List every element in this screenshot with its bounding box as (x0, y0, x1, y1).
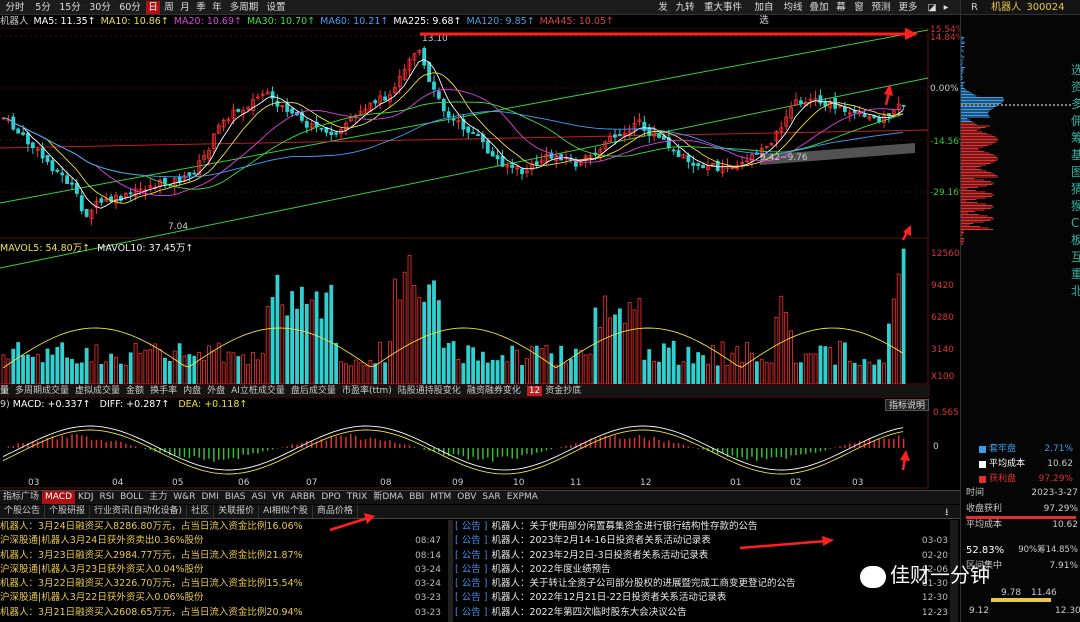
wechat-icon (860, 565, 886, 588)
chip-range-bar (991, 598, 1051, 602)
side-char-11[interactable]: 互 (1071, 249, 1080, 266)
chip-legend-value: 2.71% (1044, 444, 1073, 454)
stock-name: 机器人 (991, 2, 1022, 13)
stock-prefix: R (971, 2, 978, 13)
arrow-head-macd (900, 450, 910, 461)
side-char-8[interactable]: 猴 (1071, 198, 1080, 215)
time-value: 2023-3-27 (1031, 488, 1078, 498)
chip-histogram (961, 35, 1071, 245)
arrow-line-news-left (329, 516, 369, 532)
arrow-head-chart (884, 84, 893, 96)
concentration-row: 52.83% 90%筹14.85% (966, 545, 1078, 556)
arrow-line-news-right (739, 539, 827, 550)
side-char-6[interactable]: 图 (1071, 164, 1080, 181)
side-char-4[interactable]: 筹 (1071, 130, 1080, 147)
side-char-13[interactable]: 北 (1071, 283, 1080, 300)
side-char-7[interactable]: 猜 (1071, 181, 1080, 198)
cost-label: 平均成本 (966, 520, 1003, 530)
arrow-head-news-left (364, 513, 375, 524)
cost-value: 10.62 (1052, 520, 1078, 530)
sidebar-header: R 机器人 300024 (961, 0, 1080, 15)
conc-label: 90%筹14.85% (1018, 545, 1078, 555)
chip-legend-swatch (979, 461, 986, 468)
chip-price-left: 9.12 (969, 606, 990, 616)
chip-legend-swatch (979, 446, 986, 453)
watermark-text: 佳财一分钟 (890, 563, 990, 587)
chip-legend-label: 平均成本 (989, 459, 1026, 469)
chip-distribution-panel: R 机器人 300024 选资多佣筹基图猜猴C板互重北 套牢盘 2.71% 平均成本… (960, 0, 1080, 622)
chip-legend-value: 10.62 (1047, 459, 1073, 469)
chip-price-right: 12.30 (1055, 606, 1080, 616)
time-label: 时间 (966, 488, 985, 498)
profit-row: 收盘获利 97.29% (966, 504, 1078, 515)
side-char-10[interactable]: 板 (1071, 232, 1080, 249)
time-row: 时间 2023-3-27 (966, 488, 1078, 499)
chip-legend-row: 套牢盘 2.71% (979, 444, 1073, 455)
chip-legend-label: 获利盘 (989, 474, 1017, 484)
arrow-head-top (905, 28, 918, 40)
side-char-12[interactable]: 重 (1071, 266, 1080, 283)
side-char-0[interactable]: 选 (1071, 62, 1080, 79)
arrow-head-news-right (822, 536, 834, 546)
side-char-strip: 选资多佣筹基图猜猴C板互重北 (1071, 62, 1080, 300)
chip-legend-value: 97.29% (1038, 474, 1073, 484)
profit-bar (966, 516, 1076, 519)
annotation-arrows (329, 28, 918, 550)
side-char-3[interactable]: 佣 (1071, 113, 1080, 130)
chip-legend-row: 平均成本 10.62 (979, 459, 1073, 470)
chip-legend-swatch (979, 476, 986, 483)
profit-label: 收盘获利 (966, 504, 1003, 514)
side-char-1[interactable]: 资 (1071, 79, 1080, 96)
side-char-5[interactable]: 基 (1071, 147, 1080, 164)
stock-code: 300024 (1026, 2, 1065, 13)
profit-value: 97.29% (1043, 504, 1078, 514)
chip-legend-row: 获利盘 97.29% (979, 474, 1073, 485)
cost-row: 平均成本 10.62 (966, 520, 1078, 531)
watermark: 佳财一分钟 (860, 560, 1060, 590)
side-char-9[interactable]: C (1071, 215, 1080, 232)
conc-value: 52.83% (966, 545, 1005, 556)
side-char-2[interactable]: 多 (1071, 96, 1080, 113)
chip-legend-label: 套牢盘 (989, 444, 1017, 454)
